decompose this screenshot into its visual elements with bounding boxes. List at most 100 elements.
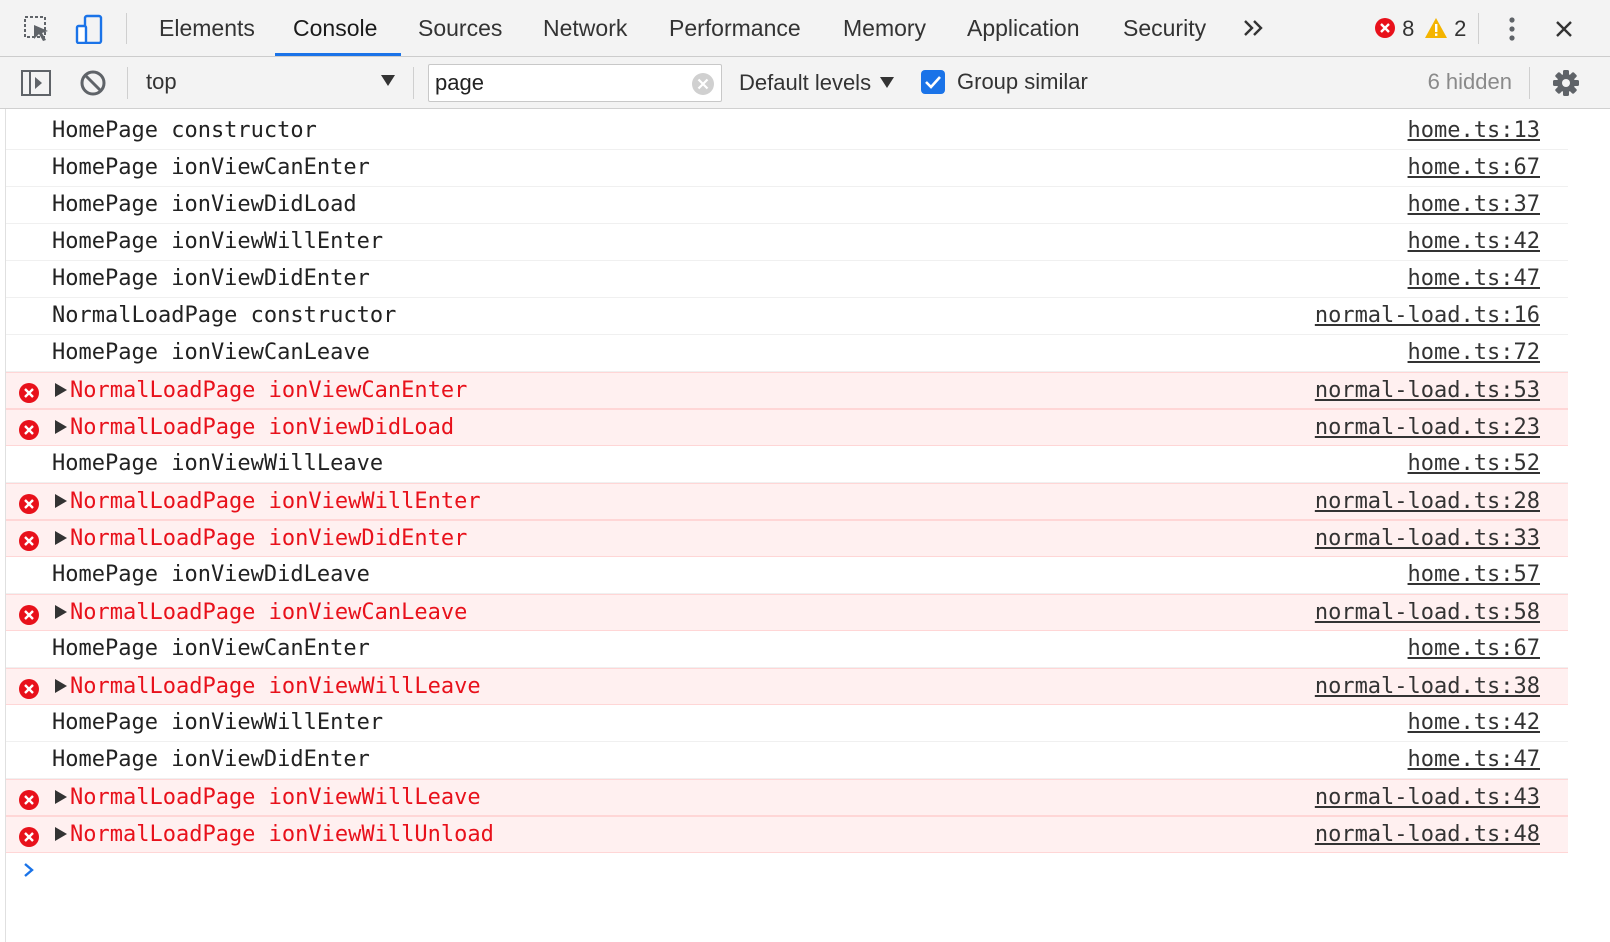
source-link[interactable]: home.ts:42 (1408, 224, 1540, 260)
toolbar-divider (413, 67, 414, 99)
tab-application[interactable]: Application (967, 0, 1080, 56)
source-link[interactable]: home.ts:52 (1408, 446, 1540, 482)
console-error-message[interactable]: NormalLoadPage ionViewWillLeave normal-lo… (6, 668, 1568, 705)
source-link[interactable]: normal-load.ts:38 (1315, 669, 1540, 705)
message-text: HomePage ionViewWillEnter (52, 710, 384, 735)
console-log-message: HomePage ionViewCanEnter home.ts:67 (6, 150, 1568, 187)
more-tabs-chevron-icon[interactable] (1240, 12, 1268, 44)
clear-filter-icon[interactable] (691, 72, 715, 96)
console-prompt-chevron-icon[interactable] (20, 858, 40, 882)
inspect-element-icon[interactable] (22, 14, 52, 44)
error-counter[interactable]: 8 (1374, 16, 1414, 42)
source-link[interactable]: normal-load.ts:58 (1315, 595, 1540, 631)
message-text: NormalLoadPage ionViewWillEnter (70, 489, 481, 514)
message-text: HomePage ionViewCanEnter (52, 636, 370, 661)
message-text: HomePage ionViewDidLeave (52, 562, 370, 587)
group-similar-label: Group similar (957, 69, 1088, 94)
expand-triangle-icon[interactable] (54, 373, 68, 409)
message-text: NormalLoadPage ionViewWillLeave (70, 674, 481, 699)
console-error-message[interactable]: NormalLoadPage ionViewWillLeave normal-lo… (6, 779, 1568, 816)
source-link[interactable]: home.ts:13 (1408, 113, 1540, 149)
source-link[interactable]: home.ts:67 (1408, 150, 1540, 186)
device-toolbar-icon[interactable] (74, 14, 104, 45)
context-label: top (146, 69, 177, 94)
error-icon (18, 528, 40, 551)
message-text: HomePage constructor (52, 118, 317, 143)
warning-icon (1425, 18, 1447, 38)
tab-elements[interactable]: Elements (159, 0, 255, 56)
warning-counter[interactable]: 2 (1424, 16, 1466, 42)
toolbar-divider (127, 67, 128, 99)
tab-network[interactable]: Network (543, 0, 627, 56)
console-error-message[interactable]: NormalLoadPage ionViewWillUnload normal-l… (6, 816, 1568, 853)
tab-security[interactable]: Security (1123, 0, 1206, 56)
expand-triangle-icon[interactable] (54, 410, 68, 446)
source-link[interactable]: normal-load.ts:23 (1315, 410, 1540, 446)
expand-triangle-icon[interactable] (54, 595, 68, 631)
context-selector[interactable]: top (140, 65, 402, 101)
log-levels-dropdown[interactable]: Default levels (739, 69, 895, 96)
error-count: 8 (1402, 16, 1415, 41)
tab-memory[interactable]: Memory (843, 0, 926, 56)
console-error-message[interactable]: NormalLoadPage ionViewCanEnter normal-loa… (6, 372, 1568, 409)
source-link[interactable]: normal-load.ts:48 (1315, 817, 1540, 853)
source-link[interactable]: home.ts:72 (1408, 335, 1540, 371)
error-icon (1375, 18, 1395, 38)
console-error-message[interactable]: NormalLoadPage ionViewDidEnter normal-loa… (6, 520, 1568, 557)
source-link[interactable]: home.ts:37 (1408, 187, 1540, 223)
toolbar-divider (1529, 67, 1530, 99)
expand-triangle-icon[interactable] (54, 669, 68, 705)
console-error-message[interactable]: NormalLoadPage ionViewWillEnter normal-lo… (6, 483, 1568, 520)
source-link[interactable]: home.ts:57 (1408, 557, 1540, 593)
tab-console[interactable]: Console (293, 0, 377, 56)
source-link[interactable]: normal-load.ts:28 (1315, 484, 1540, 520)
expand-triangle-icon[interactable] (54, 521, 68, 557)
more-options-icon[interactable] (1500, 14, 1524, 44)
filter-input[interactable] (435, 68, 685, 98)
source-link[interactable]: normal-load.ts:53 (1315, 373, 1540, 409)
message-text: NormalLoadPage ionViewDidLoad (70, 415, 455, 440)
clear-console-icon[interactable] (77, 67, 109, 99)
console-error-message[interactable]: NormalLoadPage ionViewDidLoad normal-load… (6, 409, 1568, 446)
console-toolbar: top Default levels Group similar 6 hidde… (0, 57, 1610, 109)
console-log-message: HomePage constructor home.ts:13 (6, 113, 1568, 150)
warning-count: 2 (1454, 16, 1467, 41)
sidebar-toggle-icon[interactable] (20, 67, 52, 99)
message-text: HomePage ionViewWillLeave (52, 451, 384, 476)
message-text: NormalLoadPage ionViewWillUnload (70, 822, 494, 847)
source-link[interactable]: normal-load.ts:33 (1315, 521, 1540, 557)
dropdown-triangle-icon (879, 69, 895, 95)
hidden-messages-count: 6 hidden (1427, 69, 1512, 94)
console-log-message: HomePage ionViewDidEnter home.ts:47 (6, 742, 1568, 779)
console-log-message: HomePage ionViewCanLeave home.ts:72 (6, 335, 1568, 372)
message-text: NormalLoadPage ionViewCanLeave (70, 600, 468, 625)
error-icon (18, 380, 40, 403)
console-settings-gear-icon[interactable] (1550, 67, 1580, 99)
expand-triangle-icon[interactable] (54, 780, 68, 816)
message-text: NormalLoadPage ionViewWillLeave (70, 785, 481, 810)
source-link[interactable]: home.ts:47 (1408, 742, 1540, 778)
group-similar-checkbox[interactable] (921, 70, 945, 94)
error-icon (18, 602, 40, 625)
console-error-message[interactable]: NormalLoadPage ionViewCanLeave normal-loa… (6, 594, 1568, 631)
console-log-message: HomePage ionViewDidEnter home.ts:47 (6, 261, 1568, 298)
source-link[interactable]: home.ts:47 (1408, 261, 1540, 297)
expand-triangle-icon[interactable] (54, 817, 68, 853)
error-icon (18, 824, 40, 847)
tab-performance[interactable]: Performance (669, 0, 801, 56)
console-log-message: HomePage ionViewDidLeave home.ts:57 (6, 557, 1568, 594)
source-link[interactable]: home.ts:67 (1408, 631, 1540, 667)
source-link[interactable]: home.ts:42 (1408, 705, 1540, 741)
expand-triangle-icon[interactable] (54, 484, 68, 520)
error-icon (18, 417, 40, 440)
tab-sources[interactable]: Sources (418, 0, 502, 56)
active-tab-indicator (275, 53, 401, 56)
error-icon (18, 676, 40, 699)
console-log-message: HomePage ionViewWillEnter home.ts:42 (6, 224, 1568, 261)
close-icon[interactable] (1551, 14, 1575, 44)
message-text: HomePage ionViewWillEnter (52, 229, 384, 254)
source-link[interactable]: normal-load.ts:16 (1315, 298, 1540, 334)
console-log-message: HomePage ionViewWillLeave home.ts:52 (6, 446, 1568, 483)
source-link[interactable]: normal-load.ts:43 (1315, 780, 1540, 816)
message-text: HomePage ionViewDidEnter (52, 266, 370, 291)
